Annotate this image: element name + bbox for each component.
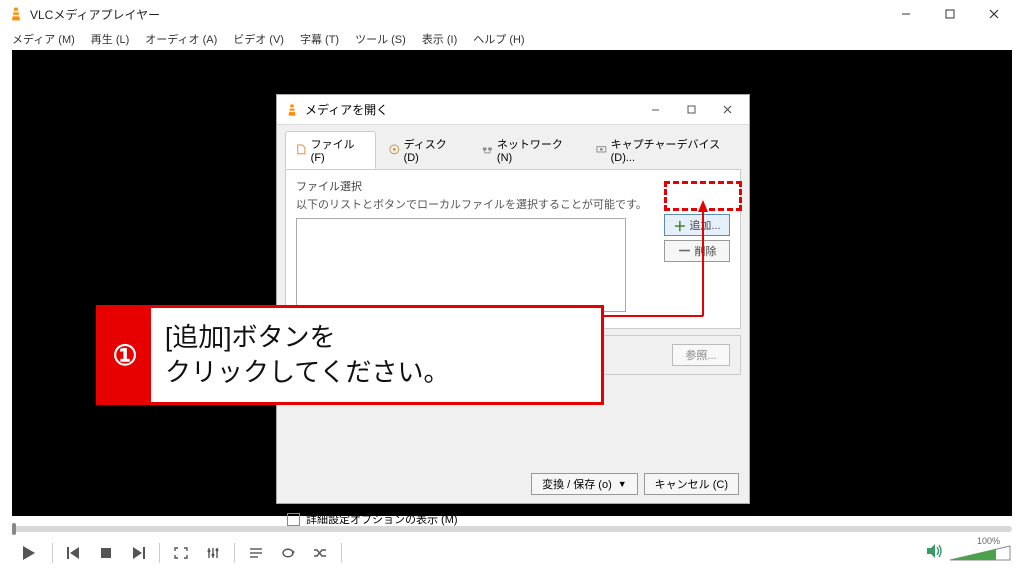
- tab-network[interactable]: ネットワーク (N): [471, 131, 583, 169]
- dialog-close-button[interactable]: [709, 96, 745, 124]
- dialog-titlebar: メディアを開く: [277, 95, 749, 125]
- convert-save-label: 変換 / 保存 (o): [542, 476, 612, 492]
- tab-disc[interactable]: ディスク (D): [378, 131, 469, 169]
- convert-save-button[interactable]: 変換 / 保存 (o) ▼: [531, 473, 638, 495]
- menu-audio[interactable]: オーディオ (A): [137, 29, 225, 49]
- file-icon: [296, 144, 307, 156]
- separator: [159, 543, 160, 563]
- file-side-buttons: ＋ 追加... － 削除: [664, 214, 730, 262]
- minimize-button[interactable]: [884, 0, 928, 28]
- dropdown-caret-icon: ▼: [618, 479, 627, 489]
- main-window-title: VLCメディアプレイヤー: [30, 6, 884, 23]
- tab-network-label: ネットワーク (N): [497, 136, 572, 164]
- fullscreen-button[interactable]: [166, 540, 196, 566]
- dialog-maximize-button[interactable]: [673, 96, 709, 124]
- seekbar-track: [12, 526, 1012, 532]
- next-button[interactable]: [123, 540, 153, 566]
- tab-capture[interactable]: キャプチャーデバイス(D)...: [585, 131, 741, 169]
- dialog-title: メディアを開く: [305, 101, 637, 118]
- tab-file[interactable]: ファイル (F): [285, 131, 376, 169]
- dialog-tabs: ファイル (F) ディスク (D) ネットワーク (N) キャプチャーデバイス(…: [277, 125, 749, 169]
- vlc-cone-icon: [8, 6, 24, 22]
- menu-video[interactable]: ビデオ (V): [225, 29, 292, 49]
- volume-slider[interactable]: 100%: [948, 544, 1012, 562]
- volume-control: 100%: [926, 543, 1012, 564]
- separator: [52, 543, 53, 563]
- volume-label: 100%: [977, 536, 1000, 546]
- seekbar-thumb[interactable]: [12, 523, 16, 535]
- file-list[interactable]: [296, 218, 626, 312]
- seekbar[interactable]: [12, 524, 1012, 534]
- capture-icon: [596, 144, 607, 156]
- window-controls: [884, 0, 1016, 28]
- menu-media[interactable]: メディア (M): [4, 29, 83, 49]
- file-group-label: ファイル選択: [296, 178, 730, 194]
- minus-icon: －: [678, 241, 692, 261]
- dialog-minimize-button[interactable]: [637, 96, 673, 124]
- subtitle-browse-button[interactable]: 参照...: [672, 344, 730, 366]
- tab-capture-label: キャプチャーデバイス(D)...: [611, 136, 730, 164]
- remove-button-label: 削除: [695, 243, 717, 259]
- annotation-line-1: [追加]ボタンを: [165, 322, 335, 352]
- vlc-cone-icon: [285, 103, 299, 117]
- main-titlebar: VLCメディアプレイヤー: [0, 0, 1024, 28]
- add-button[interactable]: ＋ 追加...: [664, 214, 730, 236]
- previous-button[interactable]: [59, 540, 89, 566]
- dialog-window-controls: [637, 96, 745, 124]
- extended-settings-button[interactable]: [198, 540, 228, 566]
- add-button-label: 追加...: [689, 217, 720, 233]
- tab-file-label: ファイル (F): [311, 136, 365, 164]
- loop-button[interactable]: [273, 540, 303, 566]
- menu-playback[interactable]: 再生 (L): [83, 29, 138, 49]
- dialog-footer: 変換 / 保存 (o) ▼ キャンセル (C): [531, 473, 739, 495]
- playback-controls: 100%: [12, 538, 1012, 568]
- menu-view[interactable]: 表示 (I): [414, 29, 465, 49]
- network-icon: [482, 144, 493, 156]
- shuffle-button[interactable]: [305, 540, 335, 566]
- playlist-button[interactable]: [241, 540, 271, 566]
- annotation-callout: ① [追加]ボタンを クリックしてください。: [96, 305, 604, 405]
- annotation-text: [追加]ボタンを クリックしてください。: [151, 314, 463, 396]
- file-help-text: 以下のリストとボタンでローカルファイルを選択することが可能です。: [296, 196, 730, 212]
- volume-icon[interactable]: [926, 543, 944, 564]
- plus-icon: ＋: [673, 216, 686, 235]
- stop-button[interactable]: [91, 540, 121, 566]
- cancel-button[interactable]: キャンセル (C): [644, 473, 739, 495]
- remove-button[interactable]: － 削除: [664, 240, 730, 262]
- open-media-dialog: メディアを開く ファイル (F) ディスク (D) ネットワーク (N) キャプ…: [276, 94, 750, 504]
- annotation-badge: ①: [99, 308, 151, 402]
- tab-disc-label: ディスク (D): [404, 136, 459, 164]
- separator: [234, 543, 235, 563]
- play-button[interactable]: [12, 540, 46, 566]
- menu-tools[interactable]: ツール (S): [347, 29, 414, 49]
- menu-help[interactable]: ヘルプ (H): [465, 29, 532, 49]
- close-button[interactable]: [972, 0, 1016, 28]
- menubar: メディア (M) 再生 (L) オーディオ (A) ビデオ (V) 字幕 (T)…: [0, 28, 1024, 50]
- menu-subtitle[interactable]: 字幕 (T): [292, 29, 347, 49]
- maximize-button[interactable]: [928, 0, 972, 28]
- annotation-line-2: クリックしてください。: [165, 357, 449, 387]
- separator: [341, 543, 342, 563]
- disc-icon: [389, 144, 400, 156]
